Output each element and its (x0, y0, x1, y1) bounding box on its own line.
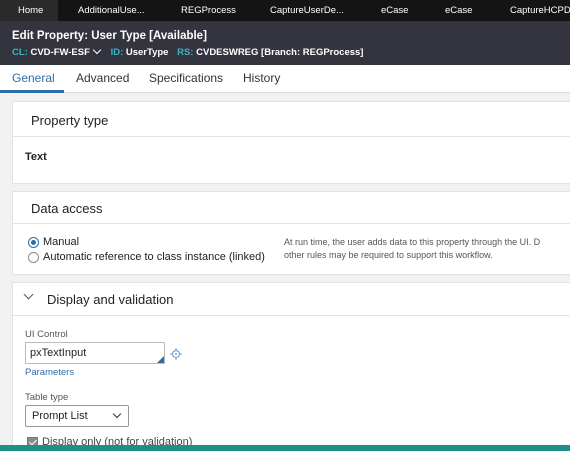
property-type-title: Property type (31, 113, 109, 128)
tab-ecase-2[interactable]: eCase (445, 0, 472, 21)
class-label: CL: (12, 47, 28, 58)
display-validation-section: Display and validation UI Control pxText… (12, 282, 570, 448)
tab-regprocess[interactable]: REGProcess (181, 0, 236, 21)
ui-control-value: pxTextInput (30, 347, 87, 359)
tab-capture-hcp-details[interactable]: CaptureHCPDe... (510, 0, 570, 21)
data-access-section: Data access Manual Automatic reference t… (12, 191, 570, 275)
ui-control-input[interactable]: pxTextInput (25, 342, 165, 364)
data-access-help-line-2: other rules may be required to support t… (284, 250, 493, 260)
tab-additional-user[interactable]: AdditionalUse... (78, 0, 145, 21)
rule-title: Edit Property: User Type [Available] (12, 30, 207, 42)
table-type-label: Table type (25, 392, 69, 403)
parameters-link[interactable]: Parameters (25, 367, 74, 378)
tab-capture-user-details[interactable]: CaptureUserDe... (270, 0, 344, 21)
property-type-section: Property type Text (12, 101, 570, 184)
rule-meta: CL: CVD-FW-ESF ID: UserType RS: CVDESWRE… (12, 45, 364, 58)
property-type-value: Text (25, 151, 47, 163)
tab-general[interactable]: General (12, 71, 55, 85)
automatic-reference-label[interactable]: Automatic reference to class instance (l… (43, 251, 265, 263)
taskbar-strip (0, 445, 570, 451)
collapse-chevron-icon[interactable] (23, 289, 34, 300)
class-value[interactable]: CVD-FW-ESF (30, 47, 89, 58)
chevron-down-icon[interactable] (92, 45, 102, 55)
id-value: UserType (125, 47, 169, 58)
tab-history[interactable]: History (243, 71, 280, 85)
tab-ecase-1[interactable]: eCase (381, 0, 408, 21)
ruleset-value: CVDESWREG [Branch: REGProcess] (196, 47, 364, 58)
tab-specifications[interactable]: Specifications (149, 71, 223, 85)
divider (13, 136, 570, 137)
automatic-reference-radio[interactable] (28, 252, 39, 263)
manual-radio[interactable] (28, 237, 39, 248)
rule-form-tabs: General Advanced Specifications History (0, 65, 570, 93)
chevron-down-icon (112, 409, 122, 419)
manual-label[interactable]: Manual (43, 236, 79, 248)
ruleset-label: RS: (177, 47, 194, 58)
target-icon[interactable] (170, 347, 182, 360)
rule-header: Edit Property: User Type [Available] CL:… (0, 21, 570, 65)
divider (13, 315, 570, 316)
display-validation-title[interactable]: Display and validation (47, 292, 173, 307)
table-type-value: Prompt List (32, 410, 88, 422)
workspace-tab-bar: Home AdditionalUse... REGProcess Capture… (0, 0, 570, 21)
tab-home[interactable]: Home (0, 0, 58, 21)
id-label: ID: (110, 47, 124, 58)
data-access-title: Data access (31, 201, 103, 216)
ui-control-label: UI Control (25, 329, 68, 340)
autocomplete-corner-icon (157, 356, 164, 363)
table-type-select[interactable]: Prompt List (25, 405, 129, 427)
tab-advanced[interactable]: Advanced (76, 71, 129, 85)
divider (13, 223, 570, 224)
data-access-help-line-1: At run time, the user adds data to this … (284, 237, 541, 247)
